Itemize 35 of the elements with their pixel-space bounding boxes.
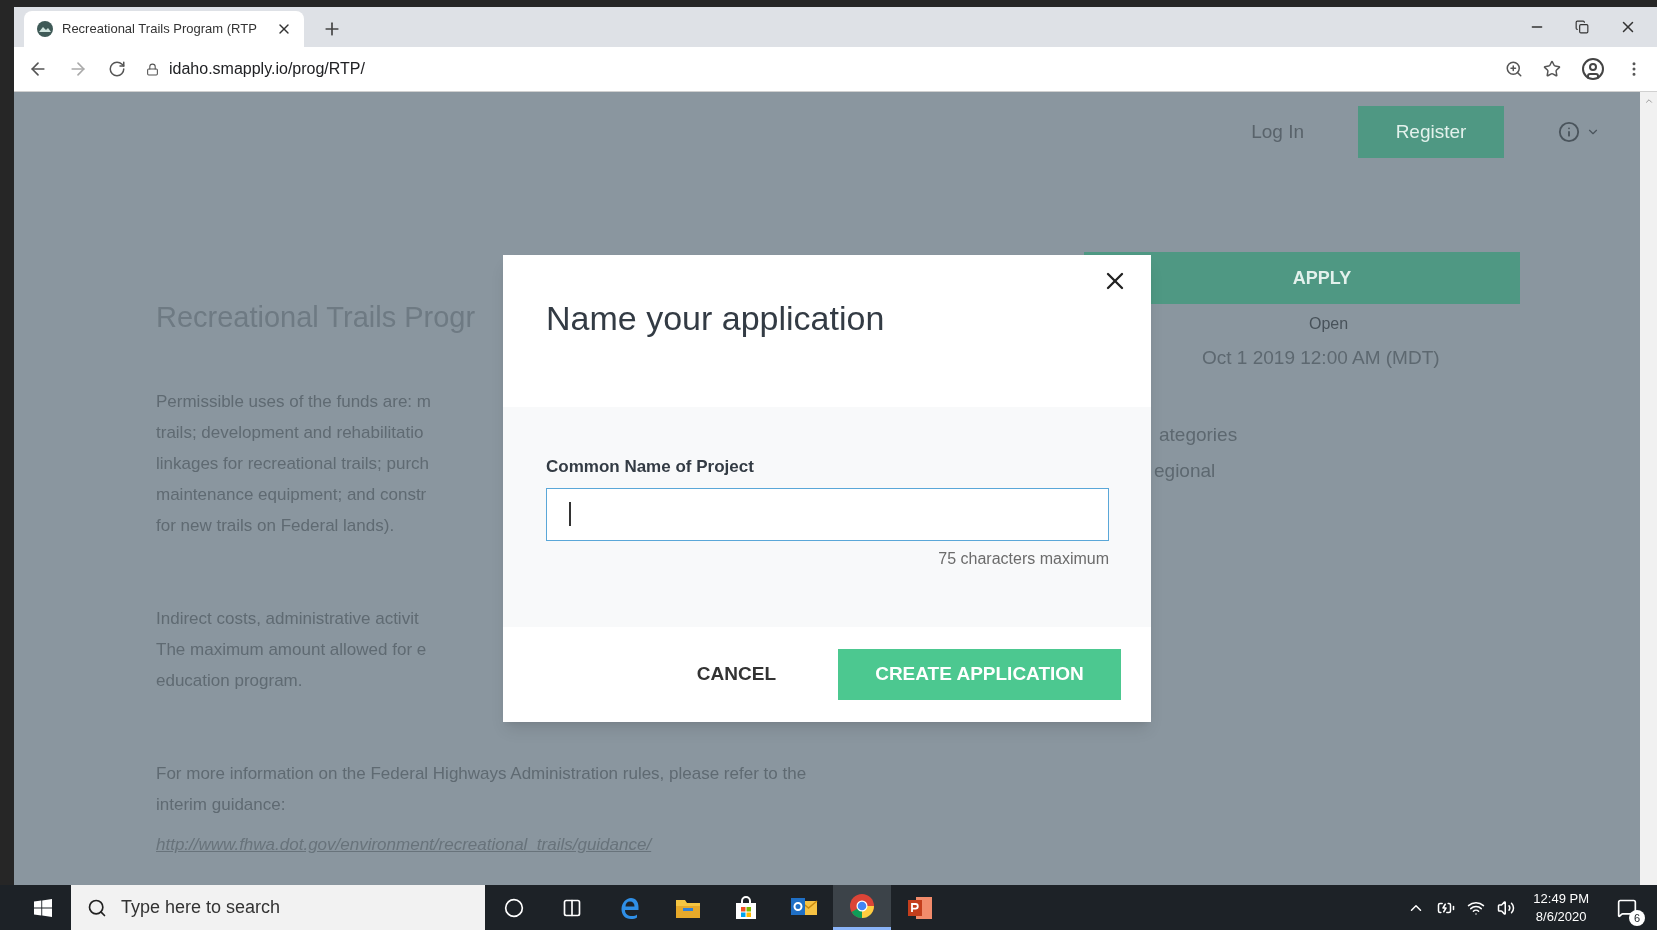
lock-icon bbox=[146, 62, 159, 76]
cancel-button[interactable]: CANCEL bbox=[686, 649, 786, 700]
clock-date: 8/6/2020 bbox=[1535, 907, 1587, 926]
search-icon bbox=[87, 897, 107, 918]
shopping-bag-icon bbox=[734, 895, 758, 920]
notification-center[interactable]: 6 bbox=[1607, 887, 1647, 928]
presentation-app-icon bbox=[907, 894, 933, 921]
site-logo-icon bbox=[36, 20, 54, 38]
clock-time: 12:49 PM bbox=[1533, 889, 1589, 908]
restore-icon[interactable] bbox=[1575, 20, 1589, 34]
browser-logo-icon bbox=[849, 893, 875, 919]
taskbar-app[interactable] bbox=[833, 885, 891, 930]
search-placeholder: Type here to search bbox=[121, 896, 281, 919]
clock[interactable]: 12:49 PM 8/6/2020 bbox=[1527, 889, 1595, 926]
tab-title: Recreational Trails Program (RTP bbox=[62, 20, 258, 39]
open-label: Open bbox=[1309, 314, 1349, 334]
notification-count: 6 bbox=[1629, 909, 1645, 926]
reload-icon[interactable] bbox=[108, 60, 126, 78]
info-icon[interactable] bbox=[1558, 121, 1580, 143]
taskbar-search-field[interactable]: Type here to search bbox=[71, 885, 485, 930]
text-cursor bbox=[569, 502, 571, 526]
address-field[interactable]: idaho.smapply.io/prog/RTP/ bbox=[146, 57, 1485, 81]
field-label: Common Name of Project bbox=[546, 456, 755, 478]
task-view-icon bbox=[562, 897, 582, 918]
project-name-field[interactable] bbox=[546, 487, 1109, 541]
browser-tab[interactable]: Recreational Trails Program (RTP bbox=[24, 11, 304, 47]
zoom-icon[interactable] bbox=[1505, 60, 1523, 78]
address-text: idaho.smapply.io/prog/RTP/ bbox=[169, 59, 365, 79]
dialog-title: Name your application bbox=[546, 298, 885, 339]
windows-logo-icon bbox=[33, 898, 52, 917]
profile-icon[interactable] bbox=[1581, 57, 1605, 81]
field-hint: 75 characters maximum bbox=[938, 548, 1109, 569]
circle-icon bbox=[504, 897, 524, 918]
star-icon[interactable] bbox=[1543, 60, 1561, 78]
volume-icon[interactable] bbox=[1497, 898, 1516, 917]
